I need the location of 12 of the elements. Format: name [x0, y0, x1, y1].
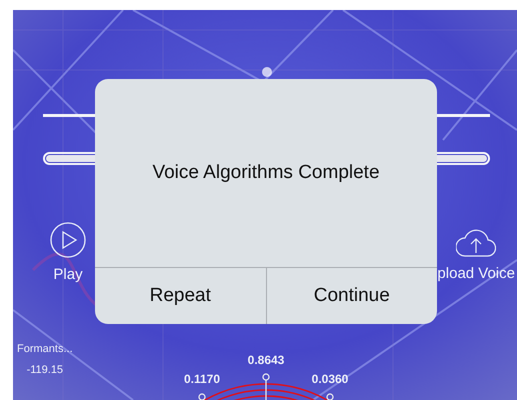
dial-reading: 0.1170	[184, 372, 220, 386]
alert-button[interactable]: Continue	[266, 268, 437, 324]
control-label[interactable]: Play	[53, 266, 83, 283]
cloud-upload-icon[interactable]	[456, 227, 496, 257]
formants-label: Formants...	[17, 343, 73, 355]
formants-value: -119.15	[26, 364, 64, 376]
alert-button[interactable]: Repeat	[95, 268, 266, 324]
play-icon[interactable]	[50, 222, 86, 258]
dial-reading: 0.8643	[248, 353, 284, 367]
alert-message: Voice Algorithms Complete	[152, 162, 380, 184]
dial-reading: 0.0360	[312, 372, 348, 386]
control-label[interactable]: pload Voice	[437, 265, 515, 282]
